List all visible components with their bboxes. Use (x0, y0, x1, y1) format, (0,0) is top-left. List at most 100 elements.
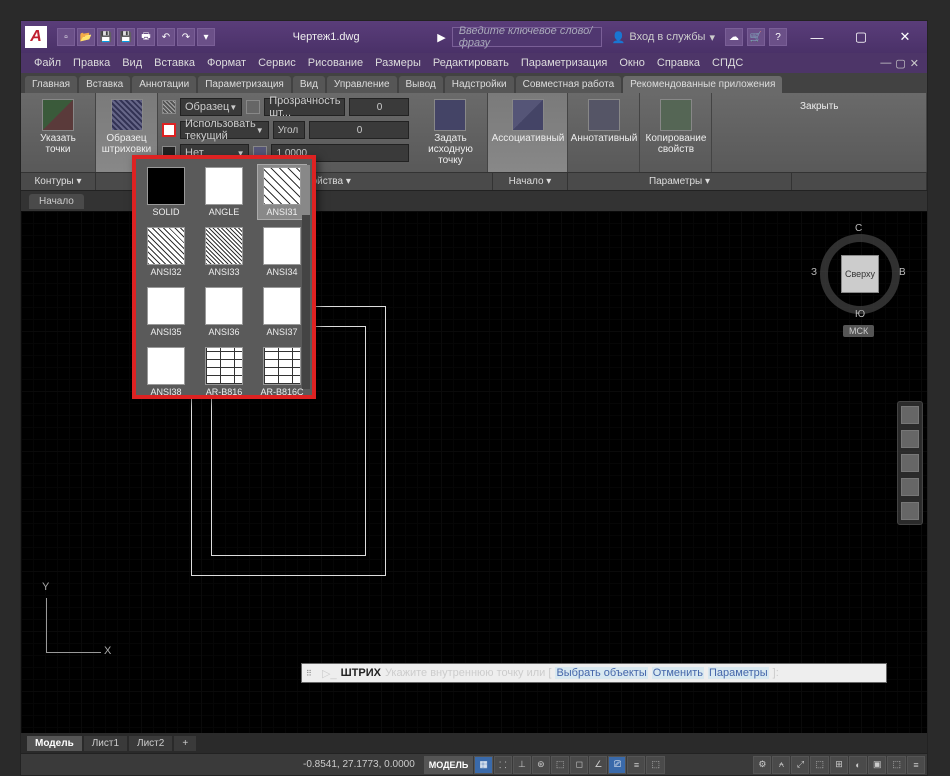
menu-edit[interactable]: Правка (68, 55, 115, 71)
foot-contours[interactable]: Контуры ▾ (21, 173, 96, 190)
viewcube-face[interactable]: Сверху (841, 255, 879, 293)
pattern-solid[interactable]: SOLID (142, 165, 190, 219)
units-icon[interactable]: ⬚ (810, 756, 829, 774)
pick-points-button[interactable]: Указать точки (25, 97, 91, 157)
nav-zoom-icon[interactable] (901, 454, 919, 472)
qs-icon[interactable]: ⊞ (830, 756, 848, 774)
vc-east[interactable]: В (899, 267, 906, 278)
tab-insert[interactable]: Вставка (79, 76, 130, 93)
app-logo-icon[interactable] (25, 26, 47, 48)
undo-icon[interactable]: ↶ (157, 28, 175, 46)
pattern-ansi32[interactable]: ANSI32 (142, 225, 190, 279)
menu-spds[interactable]: СПДС (707, 55, 748, 71)
menu-file[interactable]: Файл (29, 55, 66, 71)
vc-north[interactable]: С (855, 223, 862, 234)
type-dropdown[interactable]: Образец▼ (180, 98, 242, 116)
nav-orbit-icon[interactable] (901, 478, 919, 496)
menu-param[interactable]: Параметризация (516, 55, 612, 71)
tab-addins[interactable]: Надстройки (445, 76, 514, 93)
clean-icon[interactable]: ⬚ (887, 756, 906, 774)
hw-icon[interactable]: ◐ (849, 756, 867, 774)
pattern-angle[interactable]: ANGLE (200, 165, 248, 219)
transparency-value[interactable]: 0 (349, 98, 409, 116)
layout-model[interactable]: Модель (27, 736, 82, 751)
transparency-dropdown[interactable]: Прозрачность шт... (264, 98, 345, 116)
vc-south[interactable]: Ю (855, 309, 865, 320)
custom-icon[interactable]: ≡ (907, 756, 925, 774)
match-props-button[interactable]: Копирование свойств (640, 93, 712, 172)
exchange-icon[interactable]: ☁ (725, 28, 743, 46)
cmd-grip-icon[interactable]: ⠿ (306, 669, 318, 678)
polar-toggle-icon[interactable]: ⊛ (532, 756, 550, 774)
grid-toggle-icon[interactable]: ▦ (474, 756, 493, 774)
snap-toggle-icon[interactable]: ⸬ (494, 756, 512, 774)
search-input[interactable]: Введите ключевое слово/фразу (452, 27, 602, 47)
viewcube-wcs-badge[interactable]: МСК (843, 325, 874, 337)
model-space-button[interactable]: МОДЕЛЬ (424, 756, 474, 774)
open-icon[interactable]: 📂 (77, 28, 95, 46)
foot-options[interactable]: Параметры ▾ (568, 173, 792, 190)
osnap-toggle-icon[interactable]: ◻ (570, 756, 588, 774)
pattern-ar-b816[interactable]: AR-B816 (200, 345, 248, 399)
workspace-icon[interactable]: ⚙ (753, 756, 771, 774)
hatch-pattern-button[interactable]: Образец штриховки (100, 97, 153, 157)
tab-manage[interactable]: Управление (327, 76, 397, 93)
tab-home[interactable]: Главная (25, 76, 77, 93)
menu-view[interactable]: Вид (117, 55, 147, 71)
plot-icon[interactable]: 🖶 (137, 28, 155, 46)
save-icon[interactable]: 💾 (97, 28, 115, 46)
layout-add[interactable]: + (174, 736, 196, 751)
doc-tab-start[interactable]: Начало (29, 194, 84, 209)
help-icon[interactable]: ? (769, 28, 787, 46)
iso-toggle-icon[interactable]: ⬚ (551, 756, 570, 774)
tab-apps[interactable]: Рекомендованные приложения (623, 76, 782, 93)
pattern-ansi33[interactable]: ANSI33 (200, 225, 248, 279)
pattern-ansi37[interactable]: ANSI37 (258, 285, 306, 339)
menu-dim[interactable]: Размеры (370, 55, 426, 71)
cmd-opt-undo[interactable]: Отменить (652, 667, 704, 679)
tab-view[interactable]: Вид (293, 76, 325, 93)
layout-sheet2[interactable]: Лист2 (129, 736, 172, 751)
new-icon[interactable]: ▫ (57, 28, 75, 46)
close-button[interactable]: ✕ (887, 25, 923, 49)
dyn-toggle-icon[interactable]: ⎚ (608, 756, 626, 774)
set-origin-button[interactable]: Задать исходную точку (417, 97, 483, 168)
otrack-toggle-icon[interactable]: ∠ (589, 756, 607, 774)
layout-sheet1[interactable]: Лист1 (84, 736, 127, 751)
menu-help[interactable]: Справка (652, 55, 705, 71)
minimize-button[interactable]: — (799, 25, 835, 49)
pattern-ansi31[interactable]: ANSI31 (258, 165, 306, 219)
iso-view-icon[interactable]: ▣ (868, 756, 887, 774)
nav-wheel-icon[interactable] (901, 406, 919, 424)
viewcube[interactable]: Сверху С Ю В З МСК (815, 229, 905, 329)
login-button[interactable]: 👤 Вход в службы ▾ (612, 31, 715, 44)
color-dropdown[interactable]: Использовать текущий▼ (180, 121, 269, 139)
menu-insert[interactable]: Вставка (149, 55, 200, 71)
qat-more-icon[interactable]: ▾ (197, 28, 215, 46)
doc-close-icon[interactable]: ✕ (910, 57, 919, 70)
scrollbar-thumb[interactable] (302, 165, 310, 215)
doc-max-icon[interactable]: ▢ (895, 57, 905, 70)
redo-icon[interactable]: ↷ (177, 28, 195, 46)
cmd-opt-settings[interactable]: Параметры (708, 667, 769, 679)
annotative-button[interactable]: Аннотативный (568, 93, 640, 172)
menu-format[interactable]: Формат (202, 55, 251, 71)
pattern-ansi35[interactable]: ANSI35 (142, 285, 190, 339)
annomon-icon[interactable]: ⍲ (772, 756, 790, 774)
ortho-toggle-icon[interactable]: ⊥ (513, 756, 531, 774)
menu-modify[interactable]: Редактировать (428, 55, 514, 71)
nav-pan-icon[interactable] (901, 430, 919, 448)
menu-window[interactable]: Окно (614, 55, 650, 71)
pattern-ansi34[interactable]: ANSI34 (258, 225, 306, 279)
associative-button[interactable]: Ассоциативный (488, 93, 568, 172)
cmd-opt-select[interactable]: Выбрать объекты (555, 667, 647, 679)
tab-collab[interactable]: Совместная работа (516, 76, 622, 93)
tpy-toggle-icon[interactable]: ⬚ (646, 756, 665, 774)
flyout-scrollbar[interactable] (302, 165, 310, 389)
search-arrow-icon[interactable]: ▶ (437, 31, 445, 44)
angle-value[interactable]: 0 (309, 121, 409, 139)
tab-parametric[interactable]: Параметризация (198, 76, 291, 93)
doc-min-icon[interactable]: — (880, 57, 891, 70)
menu-draw[interactable]: Рисование (303, 55, 368, 71)
saveas-icon[interactable]: 💾 (117, 28, 135, 46)
